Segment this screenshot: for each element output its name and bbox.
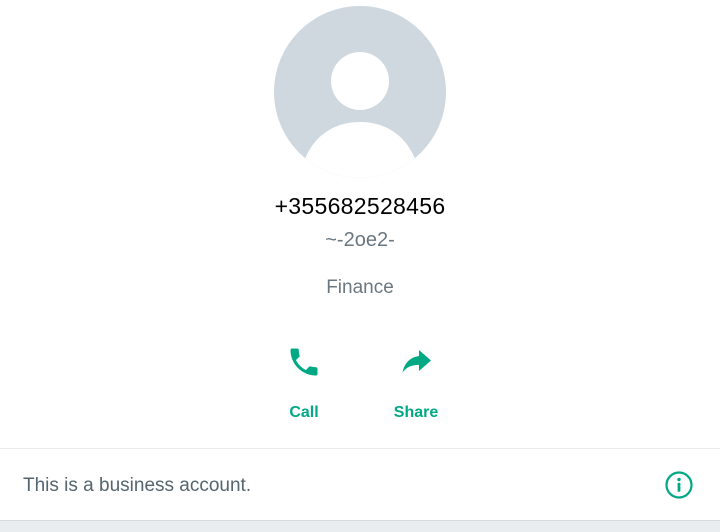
section-separator-band	[0, 520, 720, 532]
call-button[interactable]: Call	[264, 340, 344, 430]
phone-icon	[290, 348, 318, 376]
phone-number: +355682528456	[274, 193, 446, 219]
share-label: Share	[393, 404, 439, 421]
info-icon[interactable]	[664, 470, 694, 500]
share-button[interactable]: Share	[376, 340, 456, 430]
share-arrow-icon	[402, 350, 431, 373]
default-person-avatar-icon	[274, 6, 446, 178]
business-category: Finance	[326, 277, 394, 298]
call-label: Call	[289, 404, 319, 421]
push-name: ~-2oe2-	[325, 229, 395, 251]
profile-avatar[interactable]	[274, 6, 446, 178]
business-account-notice[interactable]: This is a business account.	[0, 449, 720, 522]
business-contact-info-page: +355682528456 ~-2oe2- Finance Call Share…	[0, 0, 720, 532]
business-account-text: This is a business account.	[23, 475, 252, 496]
